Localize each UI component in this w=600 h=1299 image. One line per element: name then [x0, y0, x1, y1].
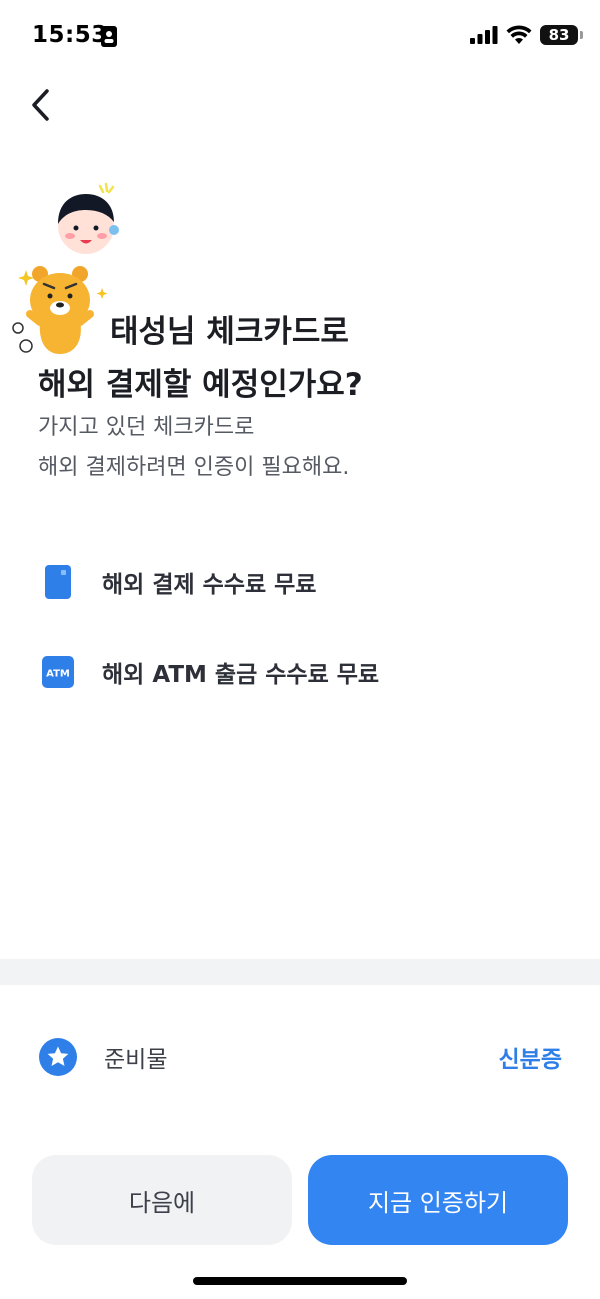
home-indicator[interactable]: [193, 1277, 407, 1285]
page-description-line2: 해외 결제하려면 인증이 필요해요.: [38, 455, 350, 480]
atm-icon-text: ATM: [46, 669, 70, 680]
battery-indicator: 83: [540, 25, 583, 45]
battery-level: 83: [548, 26, 570, 44]
star-icon: [39, 1038, 77, 1076]
cellular-signal-icon: [470, 26, 498, 44]
page-title-line2: 해외 결제할 예정인가요?: [38, 367, 363, 403]
atm-icon: ATM: [42, 656, 74, 688]
status-indicators: 83: [470, 25, 583, 45]
person-avatar-illustration: [58, 182, 119, 254]
benefit-label: 해외 결제 수수료 무료: [102, 572, 317, 598]
battery-cap: [580, 31, 583, 39]
chevron-left-icon: [32, 89, 49, 121]
benefit-item-fee-free-atm: ATM 해외 ATM 출금 수수료 무료: [42, 655, 379, 689]
status-bar: 15:53 83: [0, 0, 600, 76]
section-divider: [0, 959, 600, 985]
benefit-item-fee-free-payment: 해외 결제 수수료 무료: [42, 565, 316, 599]
required-documents-row: 준비물 신분증: [38, 1036, 562, 1078]
card-icon: [42, 565, 74, 599]
benefit-label: 해외 ATM 출금 수수료 무료: [102, 662, 380, 688]
page-title: 태성님 체크카드로 해외 결제할 예정인가요?: [38, 306, 363, 412]
required-documents-value: 신분증: [498, 1047, 562, 1073]
verify-now-button[interactable]: 지금 인증하기: [308, 1155, 568, 1245]
id-card-icon: [101, 26, 117, 47]
status-time: 15:53: [32, 22, 108, 48]
wifi-icon: [506, 25, 532, 44]
later-button[interactable]: 다음에: [32, 1155, 292, 1245]
page-description-line1: 가지고 있던 체크카드로: [38, 415, 255, 440]
back-button[interactable]: [20, 82, 60, 128]
required-documents-label: 준비물: [104, 1047, 168, 1073]
page-title-line1: 태성님 체크카드로: [110, 314, 349, 350]
page-description: 가지고 있던 체크카드로 해외 결제하려면 인증이 필요해요.: [38, 408, 349, 488]
